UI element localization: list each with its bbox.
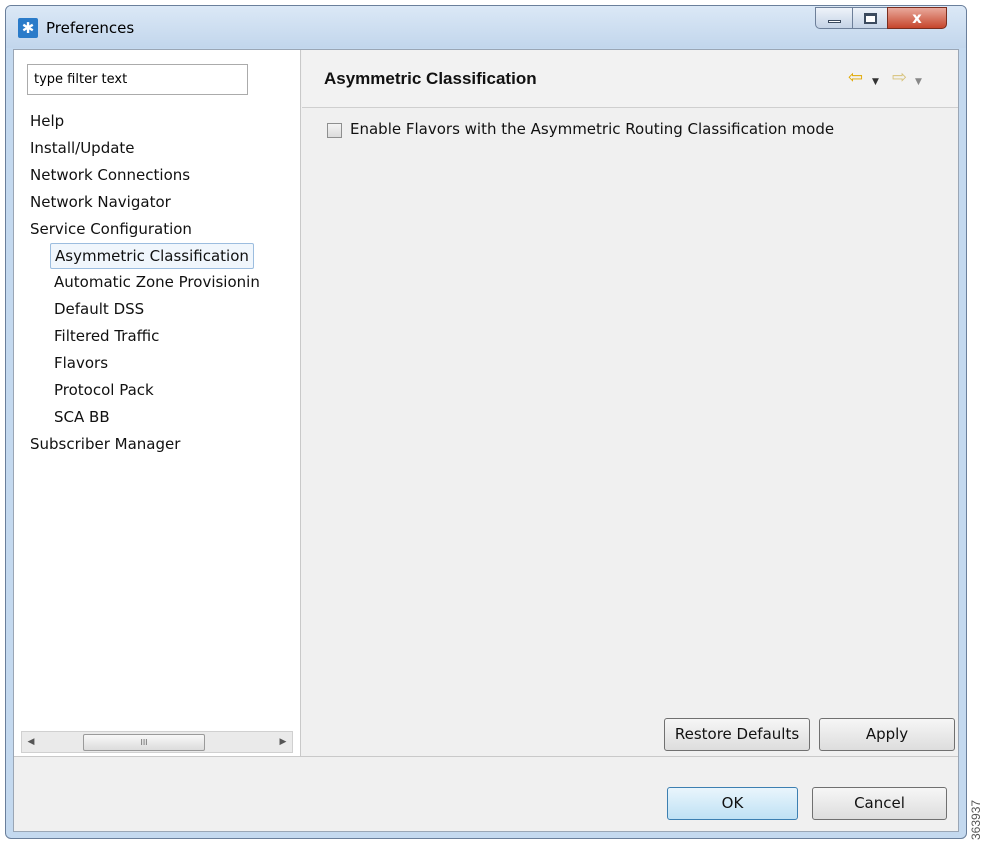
scrollbar-thumb[interactable]: III [83, 734, 205, 751]
minimize-button[interactable] [815, 7, 853, 29]
preferences-window: ✱ Preferences x HelpInstall/UpdateNetwor… [5, 5, 967, 839]
preference-tree-pane: HelpInstall/UpdateNetwork ConnectionsNet… [14, 50, 301, 756]
tree-item[interactable]: Service Configuration [26, 216, 196, 242]
tree-item[interactable]: Install/Update [26, 135, 139, 161]
tree-item[interactable]: Filtered Traffic [50, 323, 163, 349]
tree-item[interactable]: Asymmetric Classification [50, 242, 254, 269]
tree-horizontal-scrollbar[interactable]: ◀ III ▶ [21, 731, 293, 753]
close-icon: x [912, 9, 922, 27]
minimize-icon [828, 20, 841, 23]
preferences-app-icon: ✱ [18, 18, 38, 38]
preference-page: Asymmetric Classification ⇦ ▼ ⇨ ▼ Enable… [302, 50, 958, 756]
tree-item[interactable]: Network Navigator [26, 189, 175, 215]
tree-item[interactable]: Network Connections [26, 162, 194, 188]
tree-item[interactable]: Default DSS [50, 296, 148, 322]
preference-tree: Help Install/Update Network Connections Net… [14, 108, 299, 728]
back-arrow-icon[interactable]: ⇦ [848, 68, 863, 88]
restore-defaults-button[interactable]: Restore Defaults [664, 718, 810, 751]
title-bar[interactable]: ✱ Preferences x [6, 6, 966, 48]
back-dropdown-icon[interactable]: ▼ [872, 72, 879, 92]
apply-button[interactable]: Apply [819, 718, 955, 751]
scroll-right-arrow-icon[interactable]: ▶ [274, 732, 292, 752]
tree-item[interactable]: Flavors [50, 350, 112, 376]
tree-item[interactable]: Subscriber Manager [26, 431, 184, 457]
maximize-icon [864, 13, 877, 24]
figure-id-watermark: 363937 [969, 799, 983, 840]
window-title: Preferences [46, 19, 135, 37]
tree-item[interactable]: SCA BB [50, 404, 114, 430]
tree-item[interactable]: Protocol Pack [50, 377, 158, 403]
filter-input[interactable] [27, 64, 248, 95]
forward-dropdown-icon[interactable]: ▼ [915, 72, 922, 92]
page-header: Asymmetric Classification ⇦ ▼ ⇨ ▼ [302, 50, 958, 108]
tree-item[interactable]: Automatic Zone Provisionin [50, 269, 264, 295]
scroll-left-arrow-icon[interactable]: ◀ [22, 732, 40, 752]
ok-button[interactable]: OK [667, 787, 798, 820]
close-button[interactable]: x [887, 7, 947, 29]
maximize-button[interactable] [852, 7, 888, 29]
cancel-button[interactable]: Cancel [812, 787, 947, 820]
tree-item[interactable]: Help [26, 108, 68, 134]
enable-flavors-checkbox[interactable] [327, 123, 342, 138]
enable-flavors-checkbox-label: Enable Flavors with the Asymmetric Routi… [350, 120, 835, 138]
footer-separator [14, 756, 958, 757]
dialog-client-area: HelpInstall/UpdateNetwork ConnectionsNet… [13, 49, 959, 832]
page-title: Asymmetric Classification [324, 69, 537, 88]
forward-arrow-icon[interactable]: ⇨ [892, 68, 907, 88]
